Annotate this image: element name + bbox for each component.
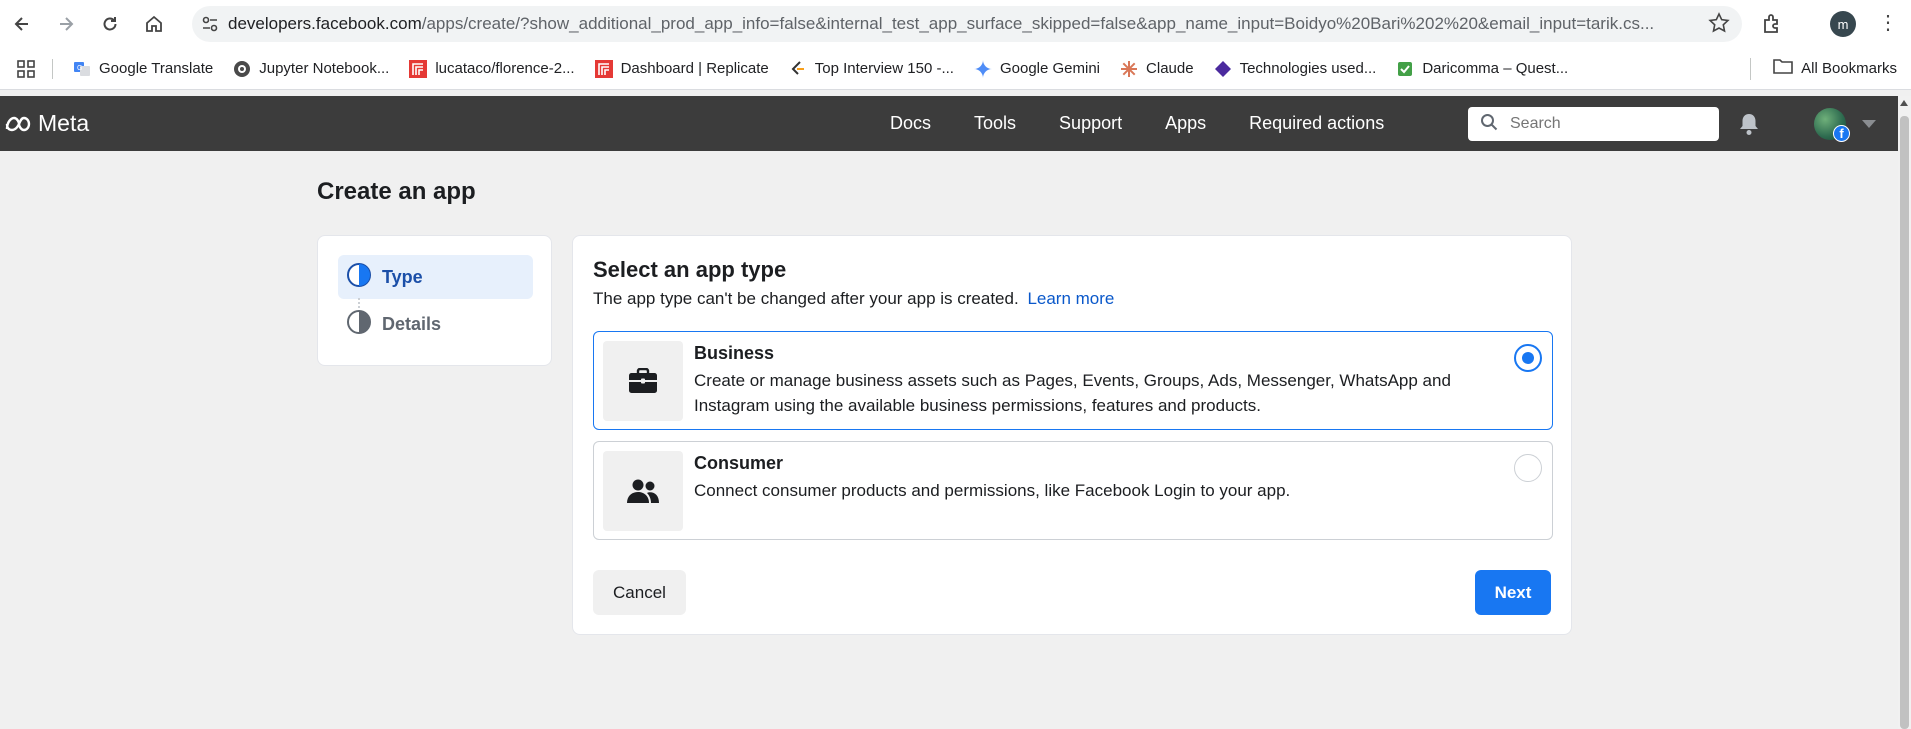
bookmark-label: Google Translate — [99, 60, 214, 77]
bookmark-label: Google Gemini — [999, 60, 1101, 77]
nav-required-actions[interactable]: Required actions — [1249, 113, 1384, 134]
option-title: Business — [694, 343, 775, 363]
scroll-up-arrow-icon[interactable] — [1900, 100, 1908, 106]
nav-docs[interactable]: Docs — [890, 113, 931, 134]
bookmark-replicate-dashboard[interactable]: Dashboard | Replicate — [585, 59, 779, 78]
bookmark-claude[interactable]: Claude — [1110, 60, 1204, 78]
page-title: Create an app — [317, 178, 476, 205]
forward-icon[interactable] — [44, 0, 88, 48]
option-title: Consumer — [694, 453, 784, 473]
facebook-badge-icon: f — [1833, 125, 1850, 142]
google-translate-icon: G — [73, 60, 91, 78]
bookmark-gemini[interactable]: Google Gemini — [964, 59, 1110, 78]
profile-avatar[interactable]: m — [1830, 11, 1856, 37]
svg-text:G: G — [77, 65, 82, 72]
browser-toolbar: developers.facebook.com/apps/create/?sho… — [0, 0, 1911, 48]
next-button[interactable]: Next — [1475, 570, 1551, 615]
option-description: Connect consumer products and permission… — [694, 481, 1291, 500]
reload-icon[interactable] — [88, 0, 132, 48]
nav-apps[interactable]: Apps — [1165, 113, 1206, 134]
meta-logo[interactable]: Meta — [4, 110, 89, 137]
all-bookmarks-button[interactable]: All Bookmarks — [1773, 58, 1897, 78]
option-consumer[interactable]: Consumer Connect consumer products and p… — [593, 441, 1553, 540]
step-label: Type — [382, 266, 423, 287]
jupyter-icon — [233, 60, 251, 78]
claude-icon — [1120, 60, 1138, 78]
diamond-icon — [1214, 60, 1232, 78]
address-bar[interactable]: developers.facebook.com/apps/create/?sho… — [192, 6, 1742, 42]
bookmark-technologies[interactable]: Technologies used... — [1204, 60, 1387, 78]
step-label: Details — [382, 313, 442, 334]
bookmark-star-icon[interactable] — [1708, 12, 1730, 39]
bookmark-label: Jupyter Notebook... — [259, 60, 390, 77]
step-details[interactable]: Details — [338, 302, 533, 346]
consumer-radio[interactable] — [1514, 454, 1542, 482]
leetcode-icon — [789, 60, 807, 78]
business-radio[interactable] — [1514, 344, 1542, 372]
scrollbar-thumb[interactable] — [1900, 116, 1909, 729]
bookmark-label: Top Interview 150 -... — [814, 60, 954, 77]
bookmark-google-translate[interactable]: G Google Translate — [63, 60, 223, 78]
folder-icon — [1773, 58, 1793, 78]
option-description: Create or manage business assets such as… — [694, 371, 1451, 415]
bookmark-label: Claude — [1146, 60, 1194, 77]
half-circle-step-icon — [346, 262, 372, 293]
steps-sidebar: Type Details — [317, 235, 552, 366]
meta-nav-links: Docs Tools Support Apps Required actions — [890, 96, 1427, 151]
nav-tools[interactable]: Tools — [974, 113, 1016, 134]
bookmark-label: lucataco/florence-2... — [435, 60, 575, 77]
bookmark-leetcode[interactable]: Top Interview 150 -... — [779, 60, 964, 78]
apps-grid-icon[interactable] — [0, 59, 52, 78]
nav-support[interactable]: Support — [1059, 113, 1122, 134]
meta-search-box[interactable] — [1468, 107, 1719, 141]
subtitle-text: The app type can't be changed after your… — [593, 289, 1019, 308]
bookmark-label: Daricomma – Quest... — [1422, 60, 1569, 77]
account-dropdown-caret-icon[interactable] — [1862, 120, 1876, 128]
meta-infinity-icon — [5, 116, 31, 131]
learn-more-link[interactable]: Learn more — [1027, 289, 1114, 308]
bookmarks-bar: G Google Translate Jupyter Notebook... l… — [0, 48, 1911, 90]
bookmark-florence[interactable]: lucataco/florence-2... — [399, 59, 584, 78]
home-icon[interactable] — [132, 0, 176, 48]
url-text: developers.facebook.com/apps/create/?sho… — [228, 14, 1655, 33]
bookmark-label: Technologies used... — [1239, 60, 1377, 77]
card-title: Select an app type — [593, 257, 787, 282]
cancel-button[interactable]: Cancel — [593, 570, 686, 615]
all-bookmarks-label: All Bookmarks — [1801, 59, 1897, 77]
back-icon[interactable] — [0, 0, 44, 48]
notifications-bell-icon[interactable] — [1738, 112, 1760, 141]
replicate-icon — [409, 59, 428, 78]
check-icon — [1396, 60, 1414, 78]
bookmarks-separator — [52, 58, 53, 79]
meta-logo-text: Meta — [38, 110, 90, 136]
browser-menu-icon[interactable]: ⋮ — [1878, 12, 1898, 34]
extensions-icon[interactable] — [1760, 12, 1784, 41]
gemini-icon — [973, 59, 992, 78]
app-type-card: Select an app type The app type can't be… — [572, 235, 1572, 635]
bookmark-label: Dashboard | Replicate — [620, 60, 769, 77]
people-icon — [603, 451, 683, 531]
bookmarks-separator — [1750, 58, 1751, 80]
option-business[interactable]: Business Create or manage business asset… — [593, 331, 1553, 430]
bookmark-daricomma[interactable]: Daricomma – Quest... — [1386, 60, 1578, 78]
search-input[interactable] — [1510, 115, 1700, 133]
meta-top-nav: Meta Docs Tools Support Apps Required ac… — [0, 96, 1898, 151]
step-type[interactable]: Type — [338, 255, 533, 299]
bookmark-jupyter[interactable]: Jupyter Notebook... — [223, 60, 399, 78]
site-info-icon[interactable] — [192, 15, 228, 33]
search-icon — [1480, 113, 1498, 136]
briefcase-icon — [603, 341, 683, 421]
half-circle-step-icon — [346, 309, 372, 340]
page-scrollbar[interactable] — [1898, 96, 1911, 729]
user-avatar[interactable]: f — [1814, 108, 1850, 142]
card-subtitle: The app type can't be changed after your… — [593, 289, 1114, 309]
replicate-icon — [594, 59, 613, 78]
